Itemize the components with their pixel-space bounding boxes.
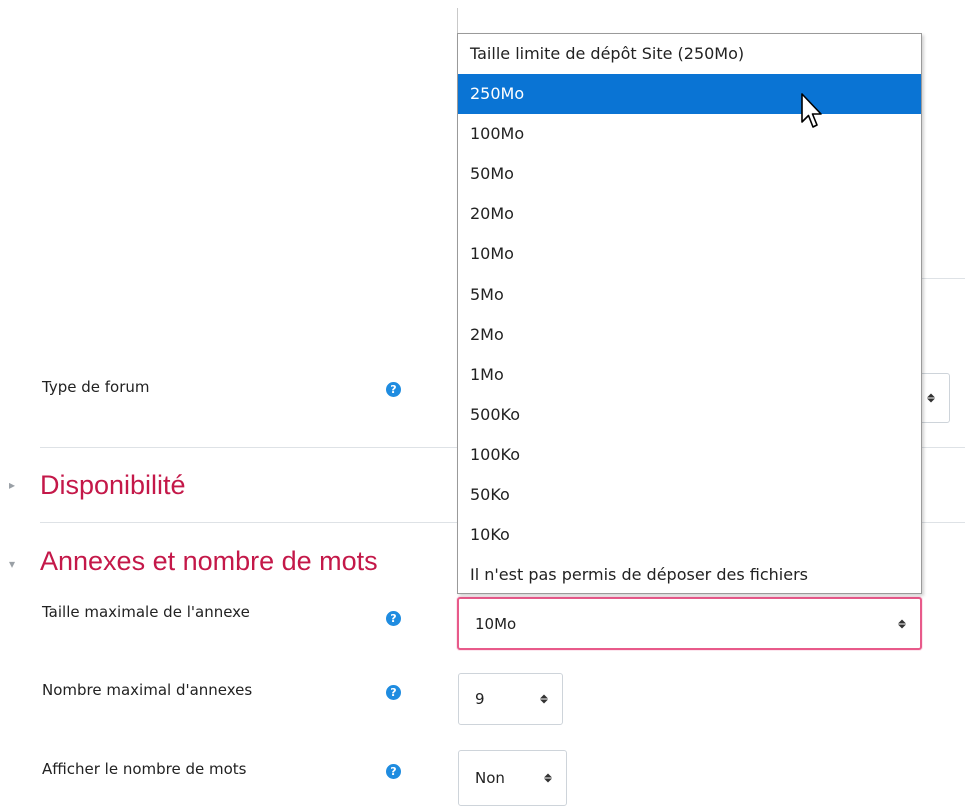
- forum-type-label: Type de forum: [42, 378, 150, 396]
- mouse-pointer-icon: [801, 93, 822, 128]
- select-caret-icon: [544, 773, 552, 784]
- select-value: Non: [475, 769, 505, 787]
- select-value: 10Mo: [475, 614, 517, 633]
- dropdown-option[interactable]: 20Mo: [458, 194, 921, 234]
- dropdown-option[interactable]: 100Mo: [458, 114, 921, 154]
- section-title-annexes[interactable]: Annexes et nombre de mots: [40, 546, 378, 577]
- triangle-down-icon[interactable]: ▾: [9, 557, 15, 571]
- dropdown-option[interactable]: 2Mo: [458, 315, 921, 355]
- dropdown-option[interactable]: 50Ko: [458, 475, 921, 515]
- max-attachment-size-label: Taille maximale de l'annexe: [42, 603, 250, 621]
- help-icon[interactable]: ?: [386, 764, 401, 779]
- max-attachments-select[interactable]: 9: [458, 673, 563, 725]
- dropdown-option[interactable]: 1Mo: [458, 355, 921, 395]
- dropdown-option-selected[interactable]: 250Mo: [458, 74, 921, 115]
- dropdown-option[interactable]: 5Mo: [458, 275, 921, 315]
- dropdown-option[interactable]: 500Ko: [458, 395, 921, 435]
- dropdown-option[interactable]: 10Mo: [458, 234, 921, 274]
- help-icon[interactable]: ?: [386, 382, 401, 397]
- dropdown-option[interactable]: 50Mo: [458, 154, 921, 194]
- select-value: 9: [475, 690, 485, 708]
- dropdown-option[interactable]: 10Ko: [458, 515, 921, 555]
- triangle-right-icon[interactable]: ▸: [9, 478, 15, 492]
- help-icon[interactable]: ?: [386, 611, 401, 626]
- dropdown-option[interactable]: Il n'est pas permis de déposer des fichi…: [458, 555, 921, 595]
- section-title-disponibilite[interactable]: Disponibilité: [40, 470, 186, 501]
- select-caret-icon: [927, 393, 935, 404]
- select-caret-icon: [540, 694, 548, 705]
- dropdown-option[interactable]: Taille limite de dépôt Site (250Mo): [458, 34, 921, 74]
- show-word-count-label: Afficher le nombre de mots: [42, 760, 247, 778]
- select-top-border: [920, 278, 965, 279]
- show-word-count-select[interactable]: Non: [458, 750, 567, 806]
- attachment-size-dropdown[interactable]: Taille limite de dépôt Site (250Mo) 250M…: [457, 33, 922, 594]
- help-icon[interactable]: ?: [386, 685, 401, 700]
- select-caret-icon: [898, 618, 906, 629]
- top-border-line: [457, 8, 458, 34]
- max-attachments-label: Nombre maximal d'annexes: [42, 681, 253, 699]
- dropdown-option[interactable]: 100Ko: [458, 435, 921, 475]
- max-attachment-size-select[interactable]: 10Mo: [457, 597, 922, 650]
